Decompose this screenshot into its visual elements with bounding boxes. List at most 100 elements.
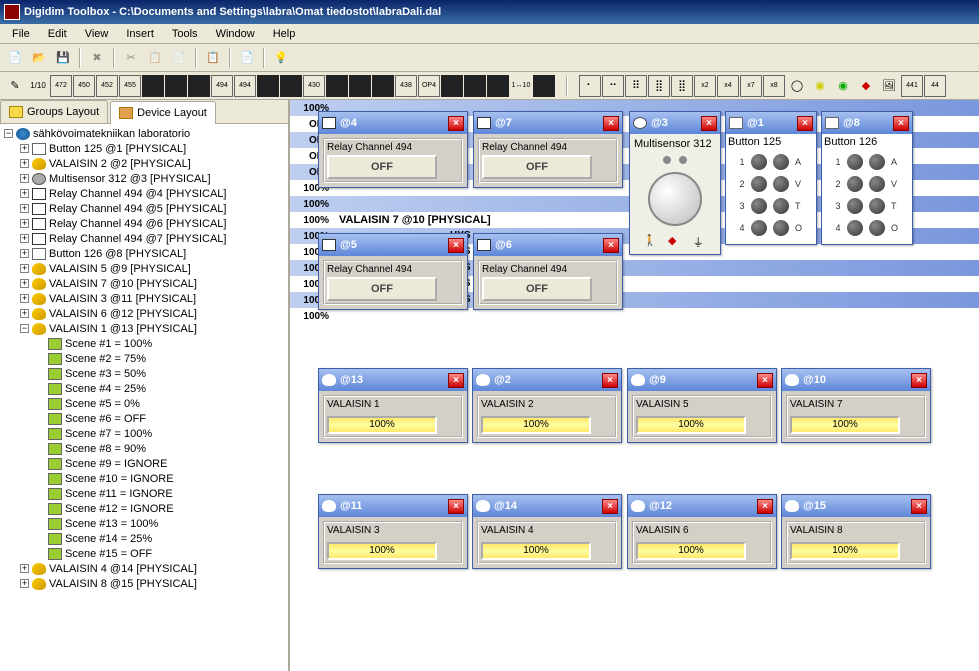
close-button[interactable]: × [911, 373, 927, 388]
dev-1-10b-icon[interactable]: 1↔10 [510, 75, 532, 97]
dev-dark3-icon[interactable] [188, 75, 210, 97]
sensor-dial[interactable] [648, 172, 702, 226]
tree-item[interactable]: Scene #1 = 100% [2, 336, 286, 351]
dev-441-icon[interactable]: 441 [901, 75, 923, 97]
tree-item[interactable]: +VALAISIN 3 @11 [PHYSICAL] [2, 291, 286, 306]
list-button[interactable]: 📄 [236, 47, 258, 69]
tree-item[interactable]: Scene #9 = IGNORE [2, 456, 286, 471]
close-button[interactable]: × [603, 238, 619, 253]
devwin-button125[interactable]: @1× Button 125 1A2V3T4O [725, 111, 817, 245]
open-button[interactable]: 📂 [28, 47, 50, 69]
tree-item[interactable]: Scene #5 = 0% [2, 396, 286, 411]
dev-dark10-icon[interactable] [464, 75, 486, 97]
device-tree[interactable]: −sähkövoimatekniikan laboratorio+Button … [0, 124, 288, 671]
panel-button[interactable] [751, 154, 767, 170]
lamp-level-bar[interactable]: 100% [636, 416, 746, 434]
dev-op4-icon[interactable]: OP4 [418, 75, 440, 97]
panel-x2-icon[interactable]: x2 [694, 75, 716, 97]
expander-icon[interactable]: − [4, 129, 13, 138]
panel-button[interactable] [847, 198, 863, 214]
tree-item[interactable]: +Button 126 @8 [PHYSICAL] [2, 246, 286, 261]
devwin-lamp[interactable]: @12×VALAISIN 6100% [627, 494, 777, 569]
dev-dark12-icon[interactable] [533, 75, 555, 97]
tree-item[interactable]: Scene #6 = OFF [2, 411, 286, 426]
dev-pencil-icon[interactable]: ✎ [4, 75, 26, 97]
panel-x4-icon[interactable]: x4 [717, 75, 739, 97]
devwin-relay-7[interactable]: @7× Relay Channel 494OFF [473, 111, 623, 188]
lamp-level-bar[interactable]: 100% [481, 416, 591, 434]
save-button[interactable]: 💾 [52, 47, 74, 69]
expander-icon[interactable]: + [20, 279, 29, 288]
expander-icon[interactable]: + [20, 579, 29, 588]
panel-button[interactable] [751, 198, 767, 214]
expander-icon[interactable]: + [20, 159, 29, 168]
tree-item[interactable]: Scene #8 = 90% [2, 441, 286, 456]
devwin-lamp[interactable]: @11×VALAISIN 3100% [318, 494, 468, 569]
dev-442-icon[interactable]: 44 [924, 75, 946, 97]
tree-item[interactable]: +VALAISIN 4 @14 [PHYSICAL] [2, 561, 286, 576]
close-button[interactable]: × [911, 499, 927, 514]
panel-button[interactable] [847, 176, 863, 192]
dev-450-icon[interactable]: 450 [73, 75, 95, 97]
lamp-level-bar[interactable]: 100% [790, 542, 900, 560]
tree-item[interactable]: Scene #10 = IGNORE [2, 471, 286, 486]
panel-button[interactable] [751, 176, 767, 192]
lamp-level-bar[interactable]: 100% [327, 416, 437, 434]
dev-dark4-icon[interactable] [257, 75, 279, 97]
close-button[interactable]: × [797, 116, 813, 131]
menu-view[interactable]: View [77, 26, 117, 42]
dev-dark2-icon[interactable] [165, 75, 187, 97]
expander-icon[interactable]: + [20, 219, 29, 228]
close-button[interactable]: × [448, 373, 464, 388]
panel-button[interactable] [869, 176, 885, 192]
tree-item[interactable]: Scene #4 = 25% [2, 381, 286, 396]
dev-dark5-icon[interactable] [280, 75, 302, 97]
expander-icon[interactable]: + [20, 249, 29, 258]
paste-button[interactable]: 📄 [168, 47, 190, 69]
dev-430-icon[interactable]: 430 [303, 75, 325, 97]
pic-icon[interactable]: 🖼 [878, 75, 900, 97]
tree-item[interactable]: Scene #3 = 50% [2, 366, 286, 381]
tree-item[interactable]: +Relay Channel 494 @7 [PHYSICAL] [2, 231, 286, 246]
panel-button[interactable] [773, 176, 789, 192]
tree-item[interactable]: Scene #13 = 100% [2, 516, 286, 531]
dev-1-10-icon[interactable]: 1/10 [27, 75, 49, 97]
tree-item[interactable]: −VALAISIN 1 @13 [PHYSICAL] [2, 321, 286, 336]
tab-device-layout[interactable]: Device Layout [110, 101, 216, 124]
panel-button[interactable] [773, 198, 789, 214]
menu-help[interactable]: Help [265, 26, 304, 42]
tree-item[interactable]: Scene #14 = 25% [2, 531, 286, 546]
panel-4-icon[interactable]: ⣿ [648, 75, 670, 97]
dev-438-icon[interactable]: 438 [395, 75, 417, 97]
tree-item[interactable]: +VALAISIN 6 @12 [PHYSICAL] [2, 306, 286, 321]
tree-item[interactable]: +Button 125 @1 [PHYSICAL] [2, 141, 286, 156]
devwin-relay-5[interactable]: @5× Relay Channel 494OFF [318, 233, 468, 310]
dev-dark11-icon[interactable] [487, 75, 509, 97]
expander-icon[interactable]: + [20, 144, 29, 153]
menu-tools[interactable]: Tools [164, 26, 206, 42]
copy-button[interactable]: 📋 [144, 47, 166, 69]
devwin-relay-4[interactable]: @4× Relay Channel 494OFF [318, 111, 468, 188]
tree-item[interactable]: Scene #2 = 75% [2, 351, 286, 366]
close-button[interactable]: × [602, 373, 618, 388]
tree-item[interactable]: +VALAISIN 7 @10 [PHYSICAL] [2, 276, 286, 291]
devwin-lamp[interactable]: @13×VALAISIN 1100% [318, 368, 468, 443]
dev-472-icon[interactable]: 472 [50, 75, 72, 97]
tree-item[interactable]: +Relay Channel 494 @4 [PHYSICAL] [2, 186, 286, 201]
dev-455-icon[interactable]: 455 [119, 75, 141, 97]
dev-dark6-icon[interactable] [326, 75, 348, 97]
expander-icon[interactable]: + [20, 264, 29, 273]
close-button[interactable]: × [701, 116, 717, 131]
tree-item[interactable]: +Multisensor 312 @3 [PHYSICAL] [2, 171, 286, 186]
tree-item[interactable]: +VALAISIN 2 @2 [PHYSICAL] [2, 156, 286, 171]
devwin-lamp[interactable]: @15×VALAISIN 8100% [781, 494, 931, 569]
panel-button[interactable] [869, 198, 885, 214]
sensor-g-icon[interactable]: ◉ [832, 75, 854, 97]
panel-button[interactable] [869, 220, 885, 236]
dev-494b-icon[interactable]: 494 [234, 75, 256, 97]
close-button[interactable]: × [603, 116, 619, 131]
lamp-level-bar[interactable]: 100% [327, 542, 437, 560]
panel-button[interactable] [773, 220, 789, 236]
relay-off-button[interactable]: OFF [482, 155, 592, 179]
tree-item[interactable]: +Relay Channel 494 @5 [PHYSICAL] [2, 201, 286, 216]
